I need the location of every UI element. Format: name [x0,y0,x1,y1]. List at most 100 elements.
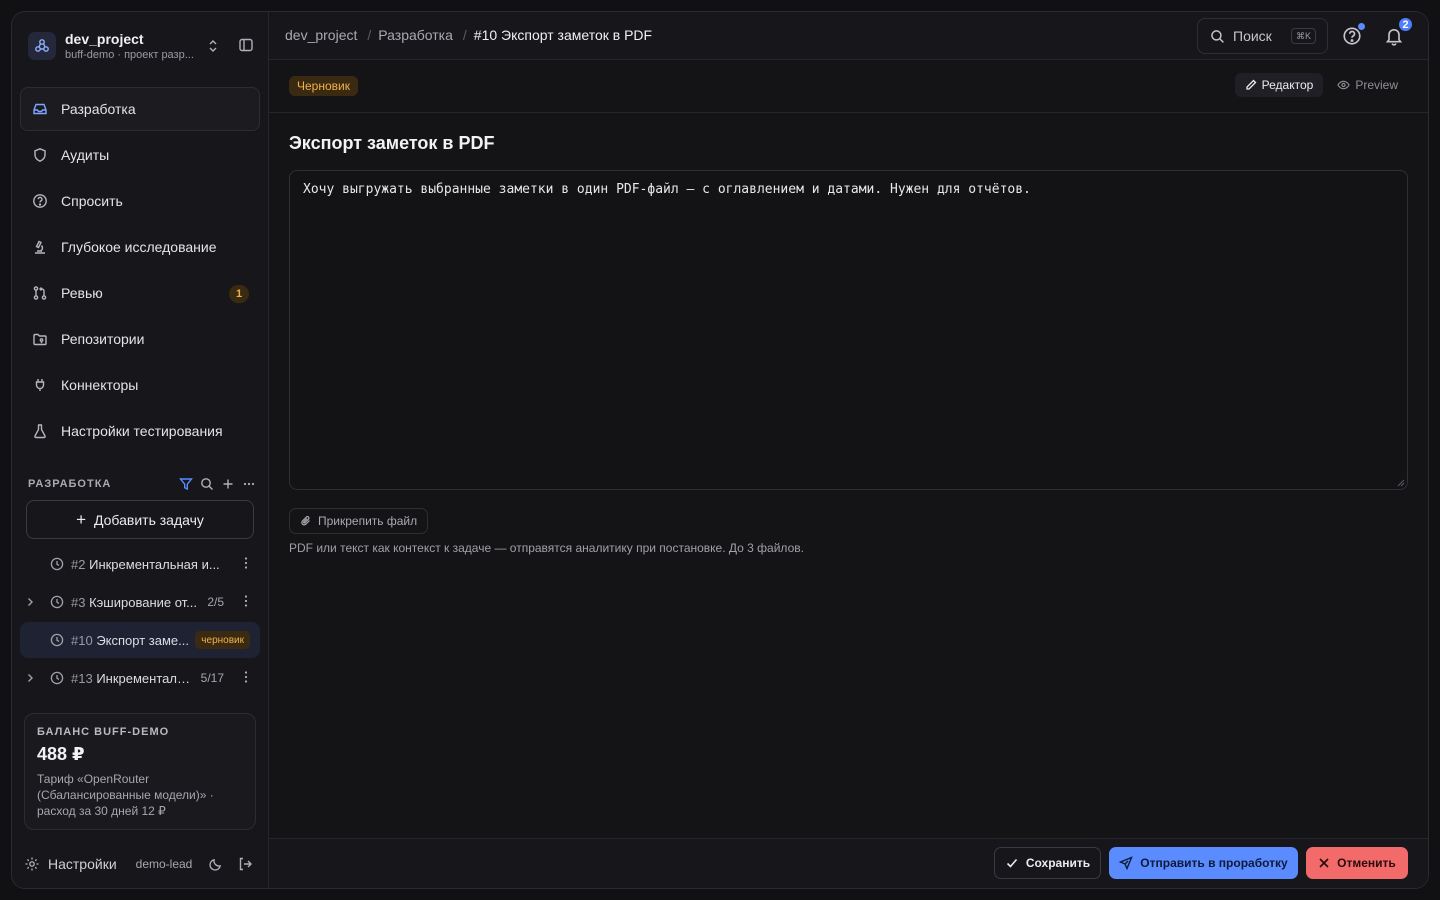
more-vertical-icon[interactable] [244,594,248,608]
task-title: Кэширование от... [89,594,198,610]
sidebar-item-ask[interactable]: Спросить [20,179,260,223]
sidebar-item-review[interactable]: Ревью 1 [20,271,260,315]
balance-title: БАЛАНС BUFF-DEMO [37,726,170,738]
attach-file-label: Прикрепить файл [318,514,418,528]
breadcrumb-project[interactable]: dev_project [285,27,357,43]
project-logo-icon [28,32,56,60]
task-number: #13 [71,670,93,686]
section-title: РАЗРАБОТКА [28,478,112,490]
clock-icon [50,671,64,685]
search-button[interactable]: Поиск ⌘K [1197,18,1328,54]
sidebar-item-label: Глубокое исследование [61,239,217,255]
tab-editor[interactable]: Редактор [1234,73,1324,97]
breadcrumb: dev_project / Разработка / #10 Экспорт з… [285,27,653,43]
task-number: #3 [71,594,86,610]
clock-icon [50,557,64,571]
search-label: Поиск [1233,28,1272,44]
task-item[interactable]: #3 Кэширование от... 2/5 [20,584,260,620]
balance-card: БАЛАНС BUFF-DEMO 488 ₽ Тариф «OpenRouter… [24,713,256,830]
search-icon [1210,29,1225,44]
moon-icon[interactable] [208,857,223,872]
task-list: #2 Инкрементальная и... #3 Кэширование о… [20,546,260,698]
sidebar-footer: Настройки demo-lead [24,852,256,876]
add-task-label: Добавить задачу [94,511,204,528]
sidebar-item-repositories[interactable]: Репозитории [20,317,260,361]
project-name: dev_project [65,30,144,47]
filter-icon[interactable] [178,477,193,492]
attach-hint: PDF или текст как контекст к задаче — от… [289,541,804,555]
clock-icon [50,595,64,609]
tab-preview-label: Preview [1355,78,1398,92]
task-item[interactable]: #2 Инкрементальная и... [20,546,260,582]
project-switcher[interactable]: dev_project buff-demo · проект разр... [28,28,258,64]
settings-link[interactable]: Настройки [48,856,117,872]
help-circle-icon [32,193,48,209]
page-title: Экспорт заметок в PDF [289,133,495,153]
notifications-badge: 2 [1397,16,1414,33]
more-vertical-icon[interactable] [244,670,248,684]
chevron-right-icon[interactable] [24,672,40,684]
more-vertical-icon[interactable] [244,556,248,570]
action-footer: Сохранить Отправить в проработку Отменит… [269,838,1428,888]
inbox-icon [32,101,48,117]
sidebar-item-label: Ревью [61,285,103,301]
task-toolbar: Черновик Редактор Preview [269,60,1428,113]
sidebar-collapse-icon[interactable] [238,37,254,53]
plus-icon[interactable] [220,477,235,492]
status-badge: Черновик [289,76,358,96]
chevrons-up-down-icon[interactable] [206,38,220,54]
more-horizontal-icon[interactable] [241,477,256,492]
close-icon [1319,858,1329,868]
tab-preview[interactable]: Preview [1327,73,1408,97]
sidebar-item-audits[interactable]: Аудиты [20,133,260,177]
search-shortcut: ⌘K [1290,28,1316,44]
task-title: Инкрементальная и... [89,556,220,572]
breadcrumb-section[interactable]: Разработка [378,27,453,43]
plug-icon [32,377,48,393]
sidebar-item-label: Аудиты [61,147,110,163]
git-pull-request-icon [32,285,48,301]
sidebar: dev_project buff-demo · проект разр... Р… [12,12,269,888]
chevron-right-icon[interactable] [24,596,40,608]
clock-icon [50,633,64,647]
gear-icon[interactable] [24,856,40,872]
sidebar-item-connectors[interactable]: Коннекторы [20,363,260,407]
task-item-active[interactable]: #10 Экспорт заме... черновик [20,622,260,658]
save-label: Сохранить [1025,856,1091,870]
search-icon[interactable] [199,477,214,492]
check-icon [1006,858,1017,868]
tab-editor-label: Редактор [1261,78,1314,92]
folder-git-icon [32,331,48,347]
top-bar: dev_project / Разработка / #10 Экспорт з… [269,12,1428,60]
app-window: dev_project buff-demo · проект разр... Р… [11,11,1429,889]
send-to-analysis-button[interactable]: Отправить в проработку [1109,847,1298,879]
draft-badge: черновик [195,631,250,649]
description-text: Хочу выгружать выбранные заметки в один … [303,182,1031,197]
sidebar-nav: Разработка Аудиты Спросить Глубокое иссл… [20,87,260,455]
task-progress: 5/17 [200,671,224,685]
breadcrumb-current: #10 Экспорт заметок в PDF [473,27,653,43]
add-task-button[interactable]: + Добавить задачу [26,500,254,539]
flask-icon [32,423,48,439]
task-number: #2 [71,556,86,572]
sidebar-item-development[interactable]: Разработка [20,87,260,131]
help-indicator-dot [1358,23,1365,30]
resize-handle-icon[interactable] [1397,479,1405,487]
description-editor[interactable]: Хочу выгружать выбранные заметки в один … [289,170,1408,490]
mode-tabs: Редактор Preview [1234,73,1408,97]
project-subtitle: buff-demo · проект разр... [65,48,194,61]
sidebar-item-deep-research[interactable]: Глубокое исследование [20,225,260,269]
balance-description: Тариф «OpenRouter (Сбалансированные моде… [37,772,214,818]
attach-file-button[interactable]: Прикрепить файл [289,508,429,534]
task-progress: 2/5 [207,595,224,609]
task-title: Экспорт заме... [96,632,189,648]
save-button[interactable]: Сохранить [994,847,1101,879]
sidebar-item-test-settings[interactable]: Настройки тестирования [20,409,260,453]
task-item[interactable]: #13 Инкременталь... 5/17 [20,660,260,696]
shield-icon [32,147,48,163]
logout-icon[interactable] [237,856,253,872]
sidebar-item-label: Репозитории [61,331,145,347]
tasks-section-header: РАЗРАБОТКА [28,476,256,492]
cancel-button[interactable]: Отменить [1306,847,1408,879]
sidebar-item-label: Настройки тестирования [61,423,223,439]
